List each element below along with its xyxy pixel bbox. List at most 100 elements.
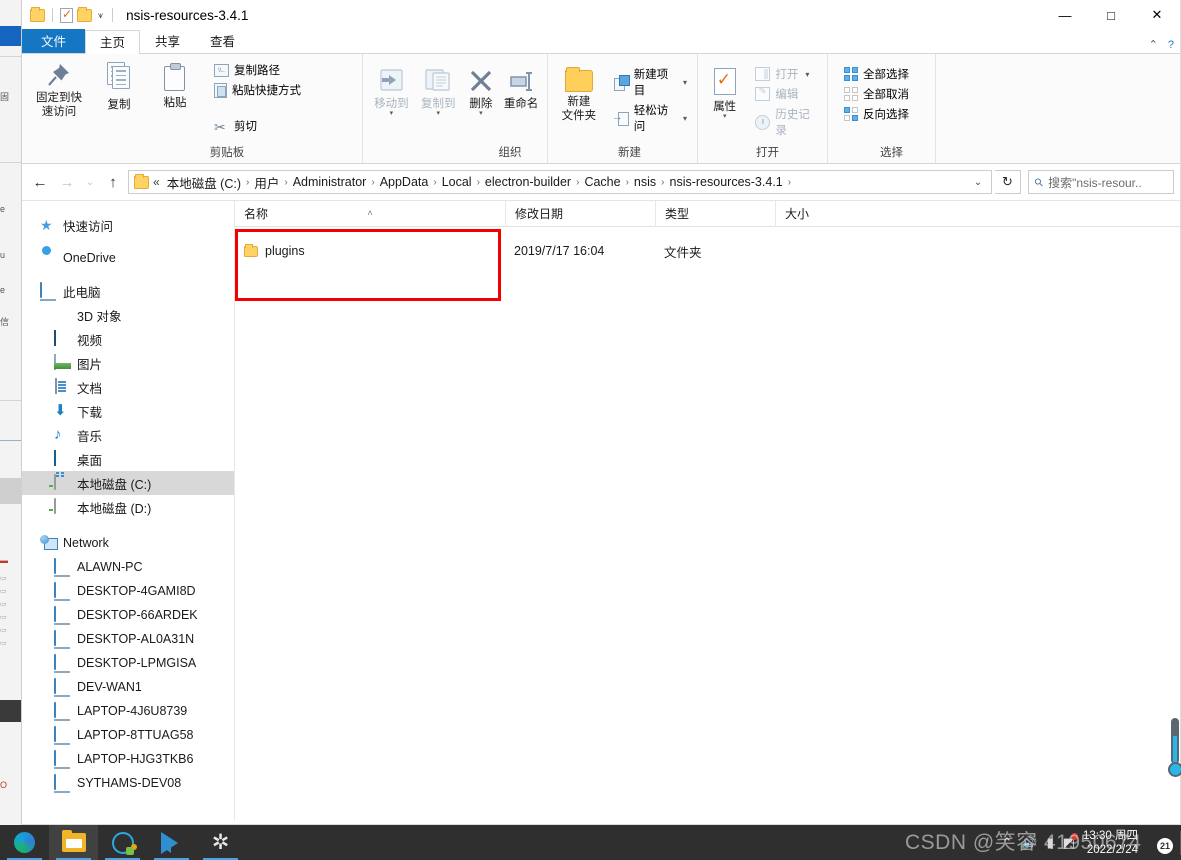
search-input[interactable]: 搜索"nsis-resour..: [1048, 174, 1142, 191]
new-folder-button[interactable]: 新建 文件夹: [554, 62, 604, 123]
new-folder-icon[interactable]: [77, 6, 92, 22]
edit-button[interactable]: 编辑: [751, 85, 821, 103]
rename-button[interactable]: 重命名: [501, 64, 541, 111]
select-none-button[interactable]: 全部取消: [840, 85, 913, 103]
table-row[interactable]: plugins 2019/7/17 16:04 文件夹: [235, 238, 1180, 264]
taskbar-item-vscode[interactable]: [147, 825, 196, 860]
sidebar-item-laptop-8ttuag58[interactable]: LAPTOP-8TTUAG58: [22, 723, 234, 747]
taskbar-item-settings[interactable]: ✲: [196, 825, 245, 860]
up-button[interactable]: ↑: [101, 170, 125, 194]
sidebar-item-laptop-4j6u8739[interactable]: LAPTOP-4J6U8739: [22, 699, 234, 723]
clock[interactable]: 13:30 周四 2022/2/24: [1083, 829, 1148, 857]
breadcrumb-item-administrator[interactable]: Administrator: [289, 173, 371, 191]
chevron-down-icon[interactable]: ▾: [723, 113, 727, 120]
sidebar-item-desktop-al0a31n[interactable]: DESKTOP-AL0A31N: [22, 627, 234, 651]
tab-share[interactable]: 共享: [140, 29, 195, 53]
taskbar-item-edge[interactable]: [0, 825, 49, 860]
sidebar-item-quick-access[interactable]: ★ 快速访问: [22, 213, 234, 237]
select-all-button[interactable]: 全部选择: [840, 65, 913, 83]
delete-button[interactable]: 删除 ▾: [463, 64, 500, 117]
breadcrumb-item-nsis[interactable]: nsis: [630, 173, 660, 191]
taskbar-item-file-explorer[interactable]: [49, 825, 98, 860]
paste-shortcut-button[interactable]: 粘贴快捷方式: [210, 81, 305, 99]
refresh-button[interactable]: ↻: [995, 170, 1021, 194]
copy-button[interactable]: 复制: [92, 58, 146, 112]
properties-button[interactable]: 属性 ▾: [704, 62, 745, 120]
chevron-down-icon[interactable]: ▾: [805, 70, 809, 79]
sidebar-item-sythams-dev08[interactable]: SYTHAMS-DEV08: [22, 771, 234, 795]
speaker-muted-icon[interactable]: 🔊: [1021, 835, 1037, 851]
sidebar-item-downloads[interactable]: ⬇ 下载: [22, 399, 234, 423]
chevron-down-icon[interactable]: ⩛: [96, 10, 105, 21]
new-item-button[interactable]: 新建项目 ▾: [610, 65, 691, 99]
search-box[interactable]: ⚲ 搜索"nsis-resour..: [1028, 170, 1174, 194]
sidebar-item-pictures[interactable]: 图片: [22, 351, 234, 375]
breadcrumb-item-appdata[interactable]: AppData: [376, 173, 433, 191]
chevron-down-icon[interactable]: ▾: [479, 110, 483, 117]
sidebar-item-3d-objects[interactable]: 3D 对象: [22, 303, 234, 327]
breadcrumb-root-prefix[interactable]: «: [153, 175, 163, 189]
breadcrumb-item-cache[interactable]: Cache: [580, 173, 624, 191]
close-button[interactable]: ✕: [1134, 0, 1180, 30]
sidebar-item-desktop-4gami8d[interactable]: DESKTOP-4GAMI8D: [22, 579, 234, 603]
address-dropdown-icon[interactable]: ⌄: [967, 177, 989, 188]
copy-path-button[interactable]: \\.. 复制路径: [210, 61, 305, 79]
move-to-button[interactable]: 移动到 ▾: [369, 64, 414, 117]
copy-to-button[interactable]: 复制到 ▾: [416, 64, 461, 117]
file-name-cell[interactable]: plugins: [235, 243, 505, 258]
breadcrumb-item-local-disk-c[interactable]: 本地磁盘 (C:): [163, 171, 245, 194]
minimize-button[interactable]: —: [1042, 0, 1088, 30]
recent-locations-button[interactable]: ⌄: [82, 170, 98, 194]
sidebar-item-local-disk-c[interactable]: 本地磁盘 (C:): [22, 471, 234, 495]
breadcrumb-item-users[interactable]: 用户: [250, 171, 283, 194]
chevron-up-icon[interactable]: ⌃: [1001, 835, 1012, 851]
taskbar-item-chat[interactable]: [98, 825, 147, 860]
sidebar-item-desktop-66ardek[interactable]: DESKTOP-66ARDEK: [22, 603, 234, 627]
background-window[interactable]: 固 e u e 信 ▬ ▭ ▭ ▭ ▭ ▭ ▭ O: [0, 0, 22, 825]
breadcrumb-item-nsis-resources[interactable]: nsis-resources-3.4.1: [666, 173, 787, 191]
forward-button[interactable]: →: [55, 170, 79, 194]
sidebar-item-onedrive[interactable]: OneDrive: [22, 246, 234, 270]
invert-selection-button[interactable]: 反向选择: [840, 105, 913, 123]
sidebar-item-documents[interactable]: 文档: [22, 375, 234, 399]
back-button[interactable]: ←: [28, 170, 52, 194]
sidebar-item-this-pc[interactable]: 此电脑: [22, 279, 234, 303]
app-tray-icon[interactable]: ◩: [1063, 832, 1079, 851]
breadcrumb-separator[interactable]: ›: [787, 177, 792, 188]
sidebar-item-desktop-lpmgisa[interactable]: DESKTOP-LPMGISA: [22, 651, 234, 675]
quick-access-toolbar[interactable]: ⩛: [22, 6, 116, 23]
action-center-button[interactable]: 21: [1148, 825, 1176, 860]
sidebar-item-desktop[interactable]: 桌面: [22, 447, 234, 471]
chevron-down-icon[interactable]: ▾: [683, 78, 687, 87]
tab-home[interactable]: 主页: [85, 30, 141, 54]
sidebar-item-dev-wan1[interactable]: DEV-WAN1: [22, 675, 234, 699]
easy-access-button[interactable]: 轻松访问 ▾: [610, 101, 691, 135]
tab-view[interactable]: 查看: [195, 29, 250, 53]
cut-button[interactable]: ✂ 剪切: [210, 117, 305, 135]
pin-to-quick-access-button[interactable]: 固定到快 速访问: [28, 58, 90, 119]
tab-file[interactable]: 文件: [22, 29, 86, 53]
column-header-name[interactable]: ˄ 名称: [235, 201, 505, 227]
chevron-down-icon[interactable]: ▾: [683, 114, 687, 123]
column-header-type[interactable]: 类型: [655, 200, 775, 227]
paste-button[interactable]: 粘贴: [148, 58, 202, 110]
open-button[interactable]: 打开 ▾: [751, 65, 821, 83]
sidebar-item-music[interactable]: ♪ 音乐: [22, 423, 234, 447]
sidebar-item-network[interactable]: Network: [22, 531, 234, 555]
chevron-up-icon[interactable]: ⌃: [1149, 38, 1158, 51]
maximize-button[interactable]: □: [1088, 0, 1134, 30]
sidebar-item-laptop-hjg3tkb6[interactable]: LAPTOP-HJG3TKB6: [22, 747, 234, 771]
chevron-down-icon[interactable]: ▾: [390, 110, 394, 117]
address-breadcrumb-box[interactable]: « 本地磁盘 (C:) › 用户 › Administrator › AppDa…: [128, 170, 992, 194]
sidebar-item-local-disk-d[interactable]: 本地磁盘 (D:): [22, 495, 234, 519]
help-icon[interactable]: ?: [1168, 39, 1174, 51]
sidebar-item-alawn-pc[interactable]: ALAWN-PC: [22, 555, 234, 579]
breadcrumb-item-electron-builder[interactable]: electron-builder: [481, 173, 575, 191]
network-icon[interactable]: ▮: [1047, 835, 1054, 851]
properties-icon[interactable]: [60, 7, 73, 23]
chevron-down-icon[interactable]: ▾: [436, 110, 440, 117]
column-header-size[interactable]: 大小: [775, 200, 855, 227]
folder-icon[interactable]: [30, 6, 45, 22]
history-button[interactable]: 历史记录: [751, 105, 821, 139]
sidebar-item-videos[interactable]: 视频: [22, 327, 234, 351]
